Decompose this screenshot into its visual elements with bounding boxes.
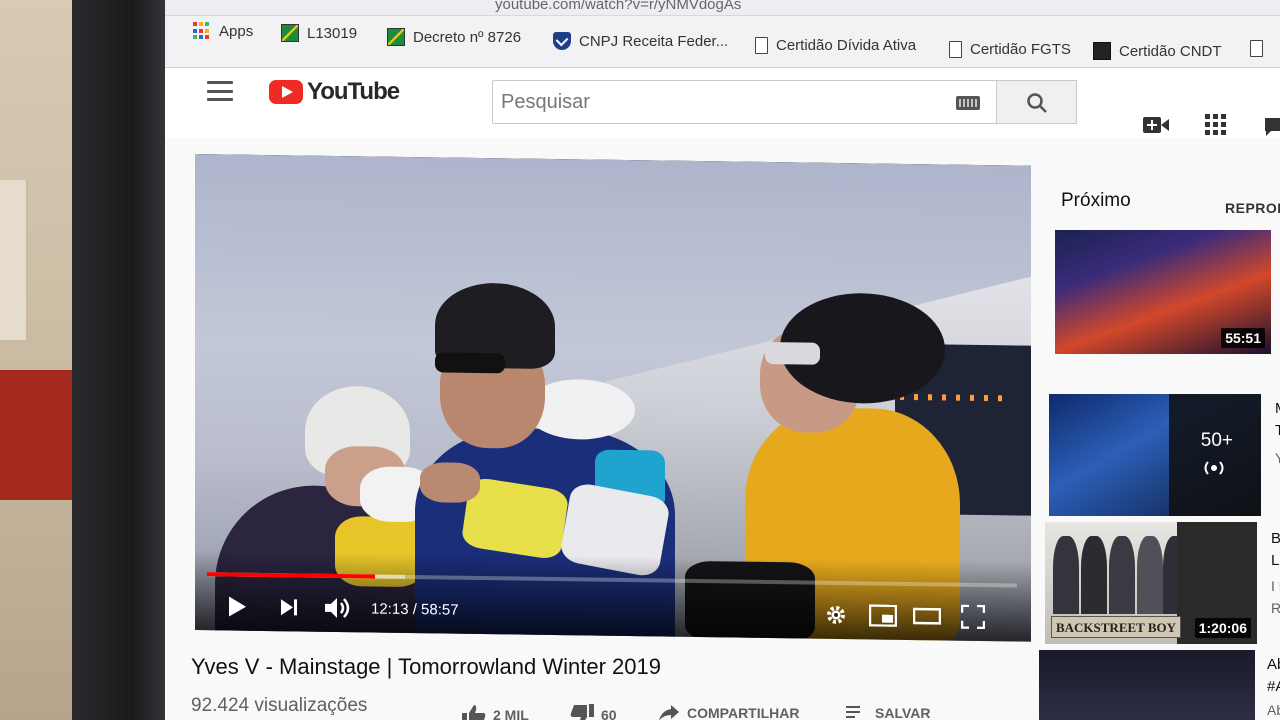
youtube-header: YouTube bbox=[165, 68, 1280, 138]
time-display: 12:13 / 58:57 bbox=[371, 594, 459, 623]
bookmark-label: CNPJ Receita Feder... bbox=[579, 32, 729, 50]
sidebar-item-meta: I L bbox=[1271, 578, 1280, 594]
monitor-screen: youtube.com/watch?v=r/yNMVdogAs Apps L13… bbox=[165, 0, 1280, 720]
thumbs-up-icon bbox=[462, 705, 486, 720]
search-icon bbox=[1027, 93, 1047, 113]
red-chair bbox=[0, 370, 75, 500]
bookmark-l13019[interactable]: L13019 bbox=[281, 18, 357, 48]
miniplayer-icon bbox=[869, 604, 897, 627]
bookmark-label: L13019 bbox=[307, 24, 358, 42]
sidebar-item-channel: Y bbox=[1275, 450, 1280, 466]
sidebar-item-title[interactable]: M bbox=[1275, 400, 1280, 417]
thumbnail-4[interactable] bbox=[1039, 650, 1255, 720]
album-banner: BACKSTREET BOY bbox=[1051, 616, 1181, 638]
wall-panel bbox=[0, 180, 28, 340]
bookmark-label: Certidão CNDT bbox=[1119, 42, 1222, 60]
search-box bbox=[492, 80, 997, 124]
shield-icon bbox=[553, 32, 571, 50]
playlist-count: 50+ bbox=[1200, 430, 1233, 451]
video-title: Yves V - Mainstage | Tomorrowland Winter… bbox=[191, 654, 661, 679]
url-text[interactable]: youtube.com/watch?v=r/yNMVdogAs bbox=[495, 0, 741, 13]
playlist-overlay: 50+ bbox=[1169, 394, 1261, 516]
gear-icon bbox=[827, 605, 845, 624]
sidebar-item-title[interactable]: #A bbox=[1267, 678, 1280, 695]
bookmark-cnpj[interactable]: CNPJ Receita Feder... bbox=[553, 26, 728, 56]
next-button[interactable] bbox=[279, 593, 299, 621]
like-button[interactable]: 2 MIL bbox=[461, 703, 529, 720]
create-video-icon[interactable] bbox=[1143, 116, 1169, 134]
page-icon[interactable] bbox=[1250, 40, 1263, 57]
bookmarks-bar: Apps L13019 Decreto nº 8726 CNPJ Receita… bbox=[165, 16, 1280, 68]
playlist-add-icon bbox=[846, 706, 860, 718]
fullscreen-icon bbox=[961, 604, 985, 630]
background-wall bbox=[0, 0, 80, 720]
apps-icon[interactable] bbox=[1205, 114, 1227, 136]
bookmark-certidao-cndt[interactable]: Certidão CNDT bbox=[1093, 36, 1222, 66]
dislike-count: 60 bbox=[601, 707, 617, 720]
youtube-logo[interactable]: YouTube bbox=[269, 78, 400, 106]
flag-icon bbox=[387, 28, 405, 46]
thumbnail-3[interactable]: BACKSTREET BOY 1:20:06 bbox=[1045, 522, 1257, 644]
duration-badge: 55:51 bbox=[1221, 328, 1265, 348]
view-count: 92.424 visualizações bbox=[191, 695, 368, 716]
volume-icon bbox=[325, 597, 350, 618]
sidebar-item-channel: Re bbox=[1271, 600, 1280, 616]
theater-mode-button[interactable] bbox=[913, 602, 941, 630]
video-player[interactable]: 12:13 / 58:57 bbox=[195, 154, 1031, 642]
share-label: COMPARTILHAR bbox=[687, 705, 800, 720]
messages-icon[interactable] bbox=[1263, 116, 1280, 138]
up-next-heading: Próximo bbox=[1061, 190, 1131, 211]
bookmark-label: Certidão Dívida Ativa bbox=[776, 36, 917, 54]
thumbs-down-icon bbox=[570, 704, 594, 720]
page-icon bbox=[755, 36, 768, 54]
search-button[interactable] bbox=[997, 80, 1077, 124]
share-icon bbox=[659, 705, 679, 720]
sidebar-item-title[interactable]: Ab bbox=[1267, 656, 1280, 673]
mix-radio-icon bbox=[1204, 461, 1224, 475]
save-button[interactable]: SALVAR bbox=[845, 703, 930, 720]
thumbnail-1[interactable]: 55:51 bbox=[1055, 230, 1271, 354]
share-button[interactable]: COMPARTILHAR bbox=[657, 703, 800, 720]
bookmark-decreto[interactable]: Decreto nº 8726 bbox=[387, 22, 521, 52]
monitor-bezel bbox=[72, 0, 172, 720]
sidebar-item-channel: Ab bbox=[1267, 702, 1280, 718]
play-icon bbox=[229, 596, 246, 617]
page-icon bbox=[949, 40, 962, 58]
bookmark-certidao-fgts[interactable]: Certidão FGTS bbox=[949, 34, 1071, 64]
bookmark-certidao-divida[interactable]: Certidão Dívida Ativa bbox=[755, 30, 916, 60]
settings-button[interactable] bbox=[825, 601, 847, 629]
fullscreen-button[interactable] bbox=[961, 603, 985, 631]
bookmark-label: Apps bbox=[219, 22, 254, 40]
bookmark-label: Decreto nº 8726 bbox=[413, 28, 522, 46]
bookmark-apps[interactable]: Apps bbox=[193, 16, 253, 46]
next-icon bbox=[281, 599, 297, 616]
volume-button[interactable] bbox=[323, 594, 351, 622]
search-input[interactable] bbox=[501, 89, 931, 115]
theater-mode-icon bbox=[913, 607, 941, 625]
flag-icon bbox=[281, 24, 299, 42]
logo-text: YouTube bbox=[307, 78, 400, 105]
thumbnail-playlist[interactable]: 50+ bbox=[1049, 394, 1261, 516]
autoplay-label[interactable]: REPRODUÇÃO bbox=[1225, 200, 1280, 216]
miniplayer-button[interactable] bbox=[869, 601, 897, 629]
youtube-play-icon bbox=[269, 80, 303, 104]
dislike-button[interactable]: 60 bbox=[569, 703, 617, 720]
hamburger-menu-icon[interactable] bbox=[207, 81, 233, 101]
bookmark-label: Certidão FGTS bbox=[970, 40, 1071, 58]
apps-grid-icon bbox=[193, 22, 211, 40]
dark-page-icon bbox=[1093, 42, 1111, 60]
up-next-sidebar: Próximo REPRODUÇÃO 55:51 50+ M T Y bbox=[1039, 138, 1280, 720]
sidebar-item-title[interactable]: T bbox=[1275, 422, 1280, 439]
play-button[interactable] bbox=[227, 592, 247, 620]
address-bar[interactable]: youtube.com/watch?v=r/yNMVdogAs bbox=[165, 0, 1280, 16]
time-text: 12:13 / 58:57 bbox=[371, 599, 459, 619]
watch-page: 12:13 / 58:57 Yves V - Mainstage | Tomor… bbox=[165, 138, 1280, 720]
like-count: 2 MIL bbox=[493, 707, 529, 720]
sidebar-item-title[interactable]: Ba bbox=[1271, 530, 1280, 547]
duration-badge: 1:20:06 bbox=[1194, 618, 1251, 638]
sidebar-item-title[interactable]: Lo bbox=[1271, 552, 1280, 569]
keyboard-icon[interactable] bbox=[956, 96, 980, 110]
save-label: SALVAR bbox=[875, 705, 931, 720]
